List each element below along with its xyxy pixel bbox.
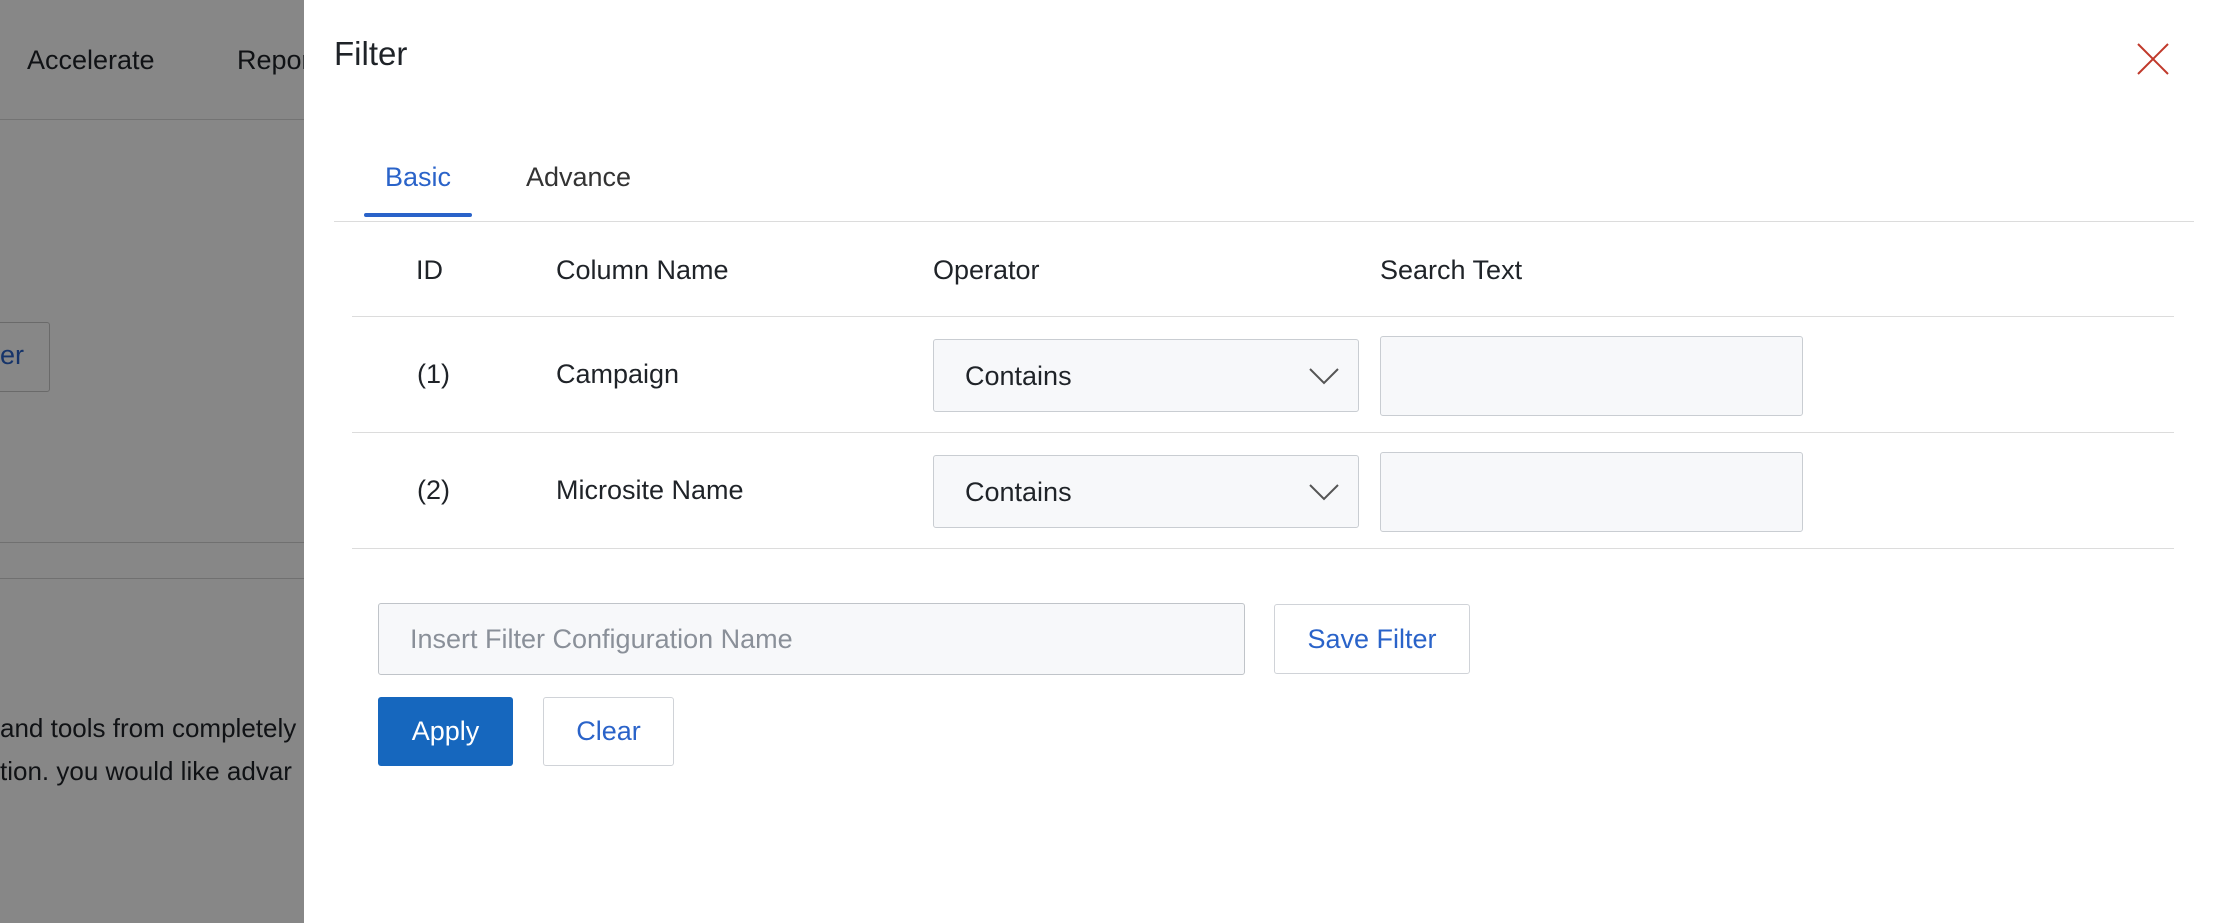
row-column-name: Microsite Name [556, 475, 744, 505]
operator-select-value: Contains [965, 361, 1072, 391]
filter-tabs: Basic Advance [334, 140, 2194, 222]
clear-button[interactable]: Clear [543, 697, 674, 766]
header-search-text: Search Text [1380, 255, 1523, 285]
filter-table: ID Column Name Operator Search Text (1) … [352, 222, 2174, 549]
tab-basic[interactable]: Basic [364, 162, 472, 217]
apply-button[interactable]: Apply [378, 697, 513, 766]
header-column-name: Column Name [556, 255, 729, 285]
operator-select-value: Contains [965, 477, 1072, 507]
row-id: (1) [417, 359, 450, 389]
header-operator: Operator [933, 255, 1040, 285]
operator-select[interactable]: Contains [933, 455, 1359, 528]
tab-advance[interactable]: Advance [526, 162, 631, 215]
table-row: (1) Campaign Contains [352, 317, 2174, 433]
search-text-input[interactable] [1380, 452, 1803, 532]
search-text-input[interactable] [1380, 336, 1803, 416]
header-id: ID [416, 255, 443, 285]
table-header: ID Column Name Operator Search Text [352, 222, 2174, 317]
table-row: (2) Microsite Name Contains [352, 433, 2174, 549]
row-id: (2) [417, 475, 450, 505]
filter-config-name-input[interactable] [378, 603, 1245, 675]
filter-drawer: Filter Basic Advance ID Column Name Oper… [304, 0, 2224, 923]
chevron-down-icon [1309, 484, 1339, 501]
chevron-down-icon [1309, 368, 1339, 385]
close-icon [2137, 43, 2169, 75]
save-filter-button[interactable]: Save Filter [1274, 604, 1470, 674]
operator-select[interactable]: Contains [933, 339, 1359, 412]
drawer-title: Filter [334, 35, 408, 72]
close-button[interactable] [2132, 38, 2174, 80]
row-column-name: Campaign [556, 359, 680, 389]
